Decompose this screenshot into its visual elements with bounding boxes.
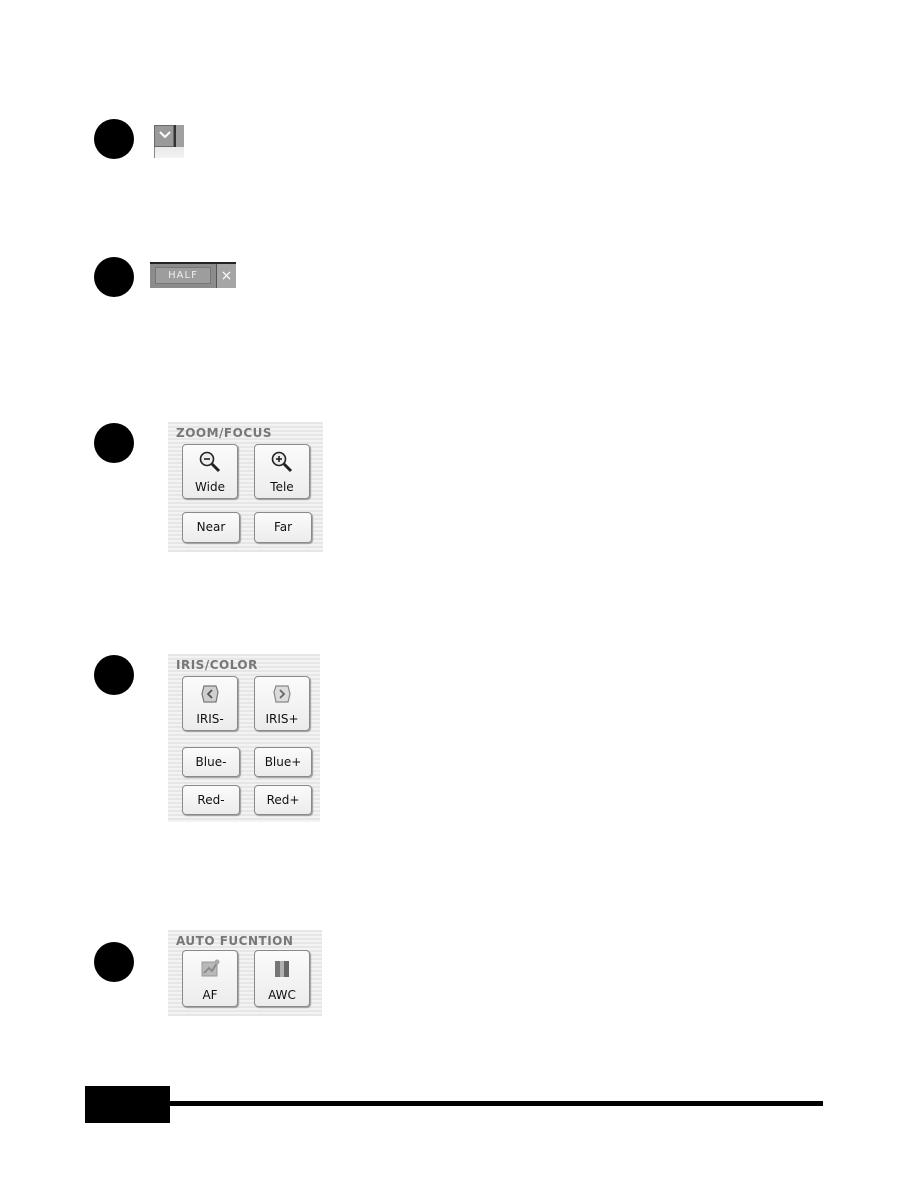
dropdown-strip bbox=[154, 147, 184, 158]
blue-minus-label: Blue- bbox=[195, 755, 227, 769]
panel-title: ZOOM/FOCUS bbox=[176, 426, 273, 440]
iris-color-panel: IRIS/COLOR IRIS- IRIS+ Blue- Blue+ Red- … bbox=[168, 654, 320, 822]
bullet-1 bbox=[94, 119, 134, 159]
red-minus-label: Red- bbox=[197, 793, 225, 807]
dropdown-toggle-button[interactable] bbox=[154, 125, 174, 147]
zoom-focus-panel: ZOOM/FOCUS Wide Tele Near Far bbox=[168, 422, 323, 552]
tele-label: Tele bbox=[270, 480, 294, 494]
iris-plus-button[interactable]: IRIS+ bbox=[254, 676, 310, 731]
half-toolbar: HALF × bbox=[150, 262, 236, 288]
auto-function-panel: AUTO FUCNTION AF AWC bbox=[168, 930, 322, 1016]
dropdown-side-segment bbox=[174, 125, 184, 147]
bullet-2 bbox=[94, 257, 134, 297]
zoom-out-icon bbox=[183, 450, 237, 474]
footer-rule bbox=[170, 1101, 823, 1106]
bullet-4 bbox=[94, 655, 134, 695]
close-button[interactable]: × bbox=[216, 264, 236, 288]
awc-label: AWC bbox=[268, 988, 296, 1002]
near-button[interactable]: Near bbox=[182, 512, 240, 543]
half-button[interactable]: HALF bbox=[155, 267, 211, 284]
iris-minus-button[interactable]: IRIS- bbox=[182, 676, 238, 731]
auto-focus-icon bbox=[183, 956, 237, 980]
wide-button[interactable]: Wide bbox=[182, 444, 238, 499]
af-button[interactable]: AF bbox=[182, 950, 238, 1007]
red-plus-label: Red+ bbox=[266, 793, 300, 807]
chevron-down-icon bbox=[159, 129, 171, 143]
wide-label: Wide bbox=[195, 480, 225, 494]
iris-close-icon bbox=[183, 682, 237, 706]
iris-plus-label: IRIS+ bbox=[265, 712, 299, 726]
af-label: AF bbox=[202, 988, 218, 1002]
zoom-in-icon bbox=[255, 450, 309, 474]
panel-title: AUTO FUCNTION bbox=[176, 934, 294, 948]
auto-white-balance-icon bbox=[255, 956, 309, 980]
bullet-5 bbox=[94, 942, 134, 982]
close-icon: × bbox=[220, 268, 233, 284]
near-label: Near bbox=[196, 520, 226, 534]
tele-button[interactable]: Tele bbox=[254, 444, 310, 499]
iris-minus-label: IRIS- bbox=[196, 712, 224, 726]
far-button[interactable]: Far bbox=[254, 512, 312, 543]
red-plus-button[interactable]: Red+ bbox=[254, 785, 312, 815]
bullet-3 bbox=[94, 423, 134, 463]
page-number-block bbox=[85, 1086, 170, 1123]
blue-plus-label: Blue+ bbox=[264, 755, 302, 769]
dropdown-toggle-control bbox=[154, 125, 184, 158]
blue-plus-button[interactable]: Blue+ bbox=[254, 747, 312, 777]
iris-open-icon bbox=[255, 682, 309, 706]
panel-title: IRIS/COLOR bbox=[176, 658, 258, 672]
red-minus-button[interactable]: Red- bbox=[182, 785, 240, 815]
awc-button[interactable]: AWC bbox=[254, 950, 310, 1007]
far-label: Far bbox=[273, 520, 293, 534]
blue-minus-button[interactable]: Blue- bbox=[182, 747, 240, 777]
